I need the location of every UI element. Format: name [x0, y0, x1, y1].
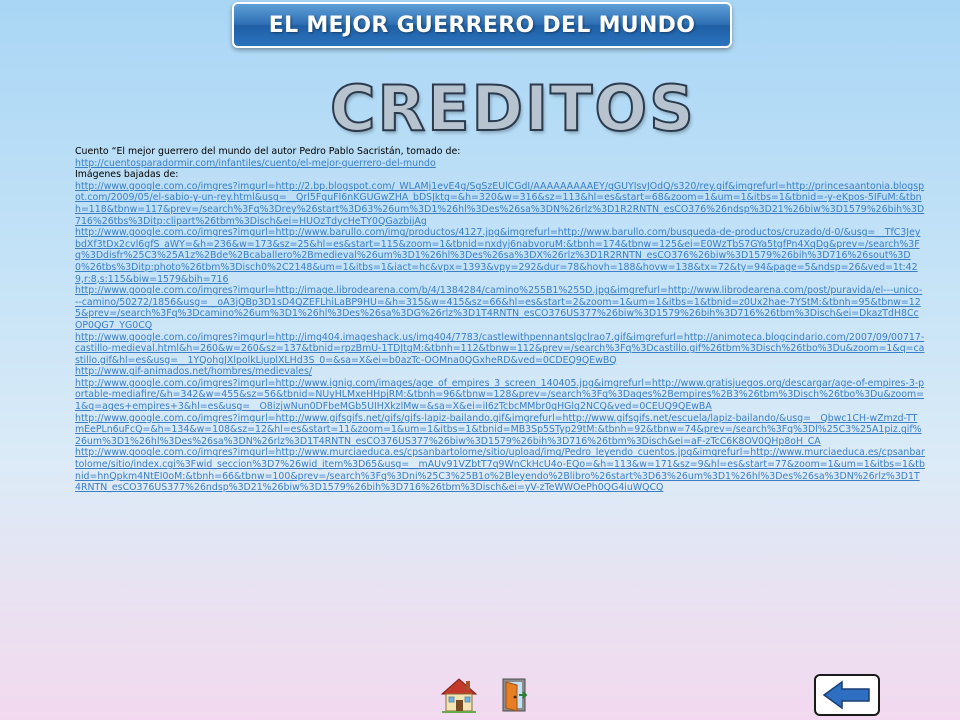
house-icon — [440, 678, 478, 713]
title-banner: EL MEJOR GUERRERO DEL MUNDO — [232, 2, 732, 48]
images-label: Imágenes bajadas de: — [75, 169, 179, 181]
image-source-link[interactable]: http://www.google.com.co/imgres?imgurl=h… — [75, 285, 925, 331]
image-source-link[interactable]: http://www.google.com.co/imgres?imgurl=h… — [75, 378, 925, 413]
story-source-link[interactable]: http://cuentosparadormir.com/infantiles/… — [75, 158, 925, 170]
door-icon — [502, 678, 528, 712]
back-button[interactable] — [814, 674, 880, 716]
image-source-link[interactable]: http://www.google.com.co/imgres?imgurl=h… — [75, 447, 925, 493]
image-source-link[interactable]: http://www.google.com.co/imgres?imgurl=h… — [75, 181, 925, 227]
exit-button[interactable] — [495, 676, 533, 714]
page-title: EL MEJOR GUERRERO DEL MUNDO — [268, 12, 696, 38]
image-source-link[interactable]: http://www.gif-animados.net/hombres/medi… — [75, 366, 925, 378]
credits-heading: CREDITOS — [329, 71, 696, 146]
image-source-link[interactable]: http://www.google.com.co/imgres?imgurl=h… — [75, 227, 925, 285]
image-source-link[interactable]: http://www.google.com.co/imgres?imgurl=h… — [75, 332, 925, 367]
home-button[interactable] — [440, 676, 478, 714]
intro-text: Cuento “El mejor guerrero del mundo del … — [75, 146, 461, 157]
image-source-link[interactable]: http://www.google.com.co/imgres?imgurl=h… — [75, 413, 925, 448]
arrow-left-icon — [822, 680, 870, 710]
credits-body: Cuento “El mejor guerrero del mundo del … — [75, 146, 925, 494]
